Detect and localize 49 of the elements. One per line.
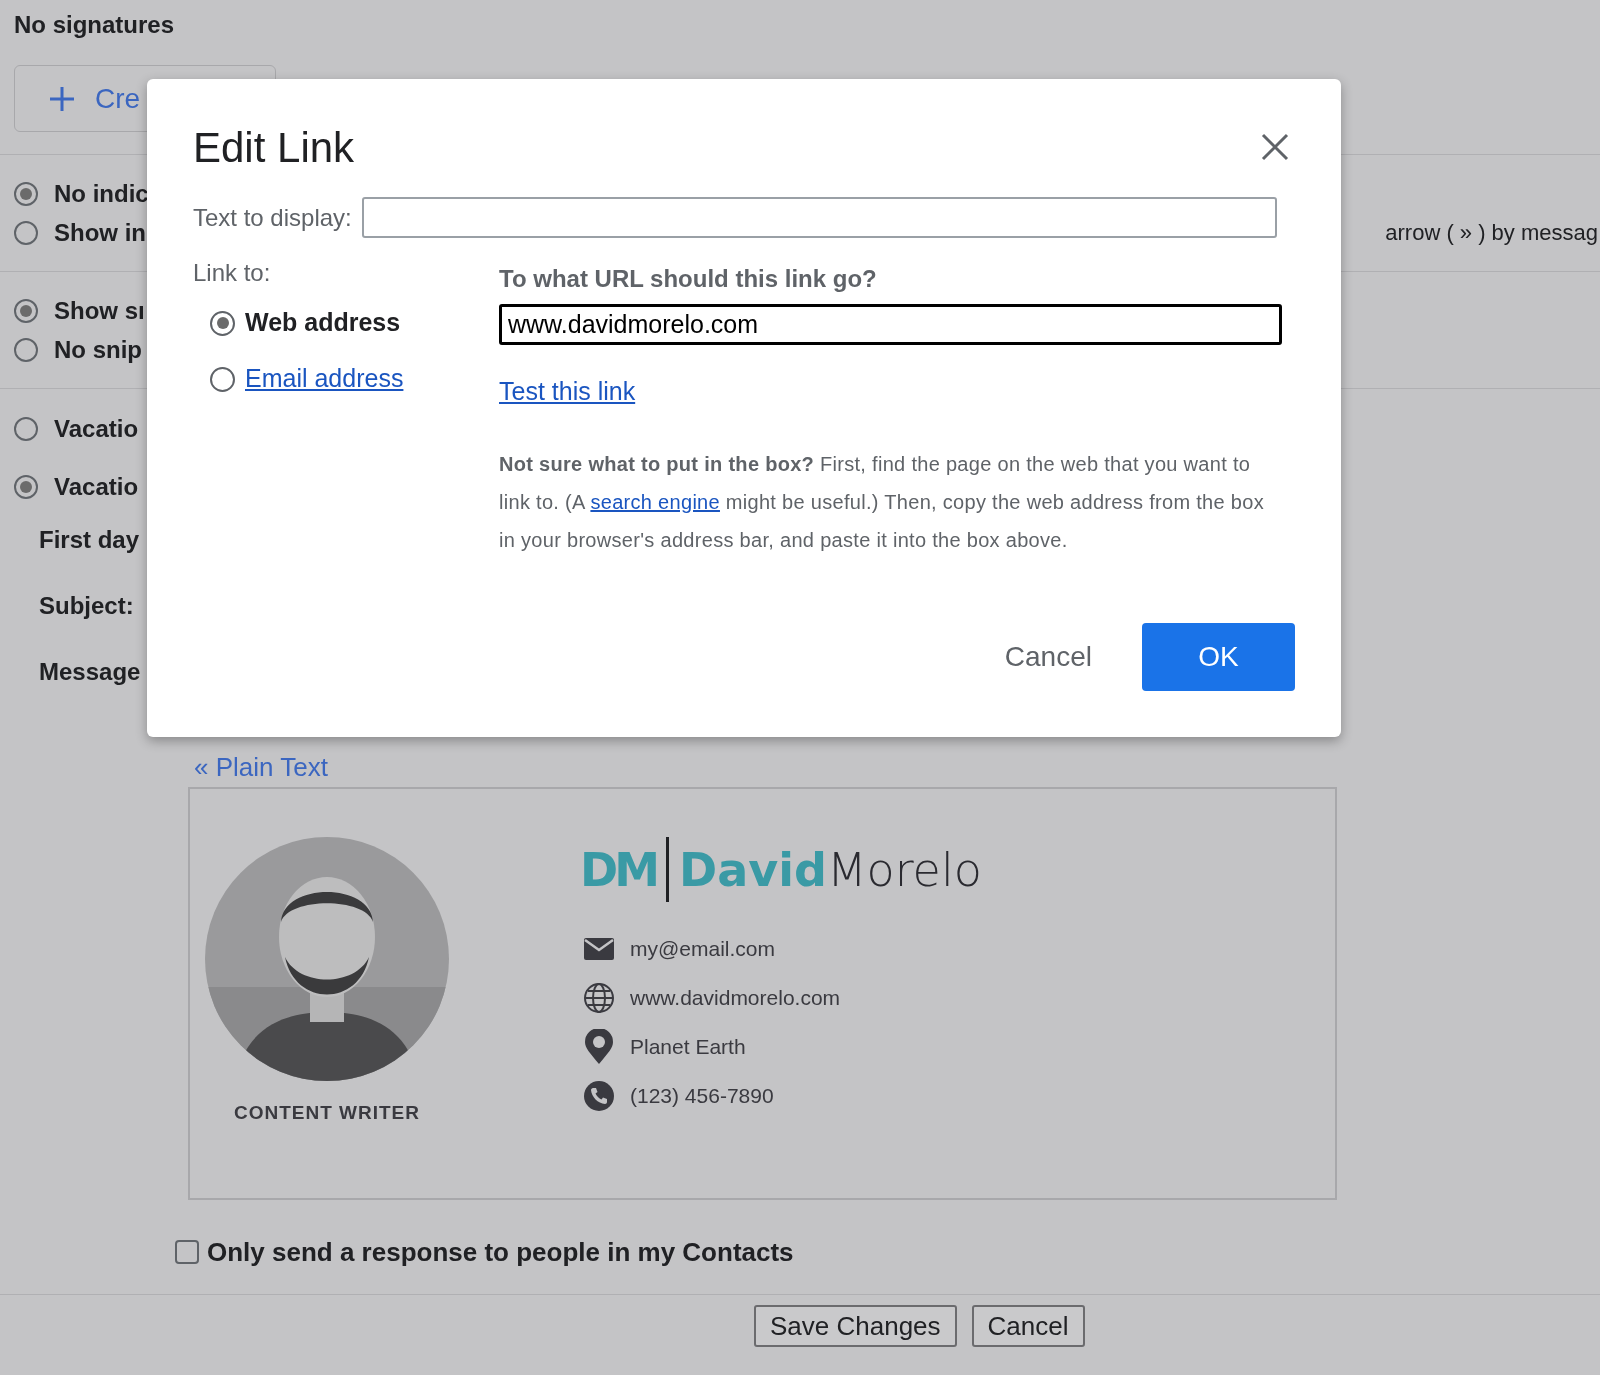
globe-icon (583, 981, 615, 1014)
field-label: Text to display: (193, 202, 352, 233)
url-question: To what URL should this link go? (499, 264, 878, 294)
contact-text: www.davidmorelo.com (630, 984, 841, 1011)
option-label: Show sı (54, 295, 145, 326)
envelope-icon (583, 936, 615, 961)
url-field[interactable]: www.davidmorelo.com (499, 304, 1282, 345)
contact-text: Planet Earth (630, 1033, 746, 1060)
link-type-option[interactable]: Web address (245, 304, 401, 342)
field-label: Message (39, 657, 141, 687)
option-label: Vacatio (54, 472, 139, 502)
cancel-button[interactable]: Cancel (992, 632, 1104, 682)
option-label: No indic (54, 178, 149, 209)
text-to-display-field[interactable] (361, 197, 1277, 238)
test-link[interactable]: Test this link (499, 373, 636, 411)
link-type-option[interactable]: Email address (245, 360, 404, 398)
save-button[interactable]: Save Changes (754, 1305, 957, 1347)
option-label: Vacatio (54, 414, 139, 444)
signature-editor[interactable]: CONTENT WRITER DM David Morelo my@email.com www.davidmorelo.com Planet Earth (123) 456-7890 (188, 787, 1337, 1200)
radio-button[interactable] (14, 475, 38, 499)
radio-button[interactable] (14, 417, 38, 441)
help-text: Not sure what to put in the box? First, find the page on the web that you want to link to. (A search engine might be useful.) Then, copy the web address from the box in your browser's address bar, and paste it into the box above. (499, 451, 1265, 553)
radio-button[interactable] (210, 366, 235, 392)
checkbox[interactable] (175, 1240, 199, 1264)
option-label: No snip (54, 334, 142, 365)
option-description: arrow ( » ) by messag (1385, 219, 1598, 247)
field-label: Subject: (39, 591, 134, 621)
radio-button[interactable] (14, 181, 38, 206)
signatures-status: No signatures (14, 10, 175, 40)
job-title: CONTENT WRITER (233, 1101, 420, 1125)
logo: DM David Morelo (580, 837, 982, 902)
search-engine-link[interactable]: search engine (590, 490, 720, 513)
cancel-button[interactable]: Cancel (971, 1305, 1085, 1347)
checkbox-label: Only send a response to people in my Contacts (207, 1235, 794, 1269)
contact-text: my@email.com (630, 935, 775, 962)
radio-button[interactable] (14, 337, 38, 362)
ok-button[interactable]: OK (1142, 623, 1295, 691)
option-label: Show in (54, 217, 146, 248)
link-to-label: Link to: (193, 258, 272, 288)
phone-icon (583, 1079, 615, 1112)
contact-text: (123) 456-7890 (630, 1082, 774, 1109)
radio-button[interactable] (210, 310, 235, 336)
dialog-title: Edit Link (193, 122, 355, 173)
map-pin-icon (584, 1028, 614, 1065)
plus-icon (49, 85, 75, 112)
field-label: First day (39, 525, 140, 555)
radio-button[interactable] (14, 298, 38, 323)
close-icon (1261, 133, 1289, 161)
radio-button[interactable] (14, 220, 38, 245)
